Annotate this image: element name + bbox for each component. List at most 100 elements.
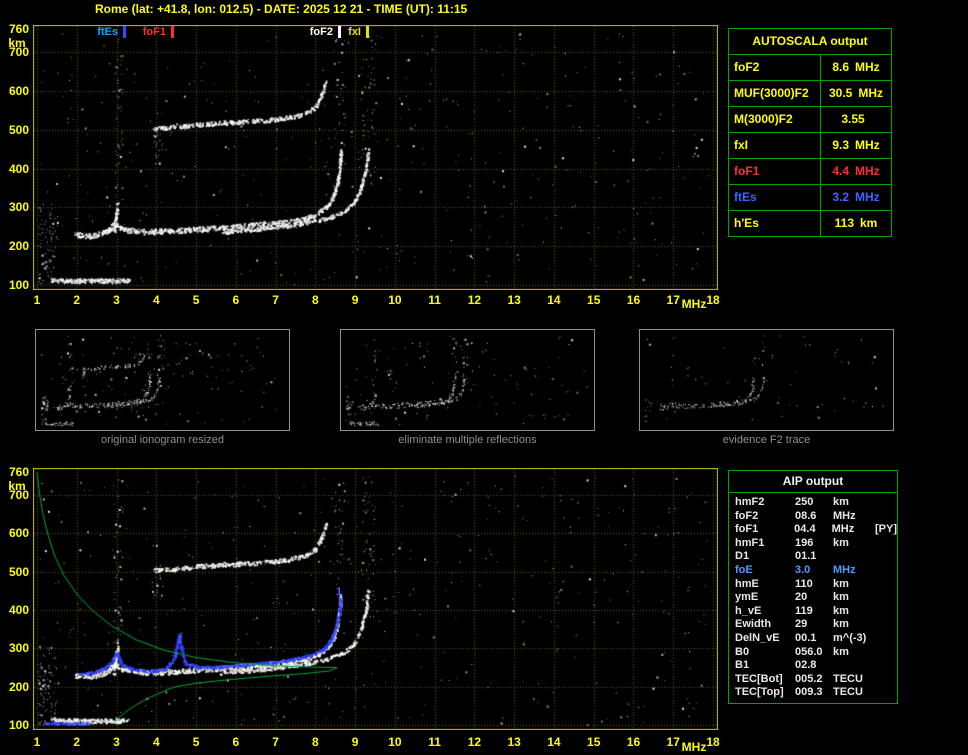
aip-row-name: h_vE — [735, 604, 762, 617]
aip-row-value: 01.1 — [795, 550, 817, 563]
bottom_plot-x-tick: 11 — [428, 735, 441, 749]
top_plot-x-tick: 4 — [152, 293, 160, 307]
aip-row-hmF2: hmF2 250 km — [729, 496, 897, 510]
aip-row-name: ymE — [735, 591, 759, 604]
aip-table-rows: hmF2 250 km foF2 08.6 MHz foF1 04.4 MHz [PY] hmF1 1… — [729, 496, 897, 700]
bottom_plot-x-tick: 9 — [351, 735, 359, 749]
autoscala-value-number: 9.3 — [832, 138, 849, 152]
station-date-time-title: Rome (lat: +41.8, lon: 012.5) - DATE: 20… — [95, 2, 468, 16]
aip-row-B1: B1 02.8 — [729, 659, 897, 673]
aip-row-hmE: hmE 110 km — [729, 578, 897, 592]
aip-row-extra — [877, 673, 897, 687]
autoscala-row-MUF(3000)F2: MUF(3000)F2 30.5 MHz — [729, 81, 891, 107]
aip-row-unit: km — [833, 536, 849, 549]
top-x-axis-unit: MHz — [681, 297, 707, 311]
aip-row-name: foE — [735, 563, 753, 576]
top_plot-x-tick: 5 — [192, 293, 200, 307]
autoscala-value-number: 30.5 — [828, 86, 853, 100]
top_plot-x-tick: 12 — [467, 293, 482, 307]
aip-row-extra — [877, 510, 897, 524]
trace-number-label: 1 — [336, 586, 343, 598]
autoscala-row-ftEs: ftEs 3.2 MHz — [729, 185, 891, 211]
bottom_plot-x-tick: 17 — [666, 735, 680, 749]
aip-row-value: 20 — [795, 591, 808, 604]
bottom-ionogram-canvas — [33, 468, 718, 730]
bottom_plot-x-tick: 14 — [547, 735, 561, 749]
aip-row-extra — [877, 564, 897, 578]
aip-row-value: 02.8 — [795, 659, 817, 672]
aip-row-extra: [PY] — [875, 523, 897, 536]
autoscala-value-unit: MHz — [855, 190, 880, 204]
aip-row-value: 110 — [795, 577, 813, 590]
aip-row-value: 29 — [795, 618, 808, 631]
autoscala-row-foF2: foF2 8.6 MHz — [729, 55, 891, 81]
top_plot-x-tick: 9 — [351, 293, 359, 307]
aip-row-value: 119 — [795, 604, 813, 617]
bottom_plot-x-tick: 16 — [626, 735, 641, 749]
aip-row-unit: km — [833, 618, 849, 631]
aip-row-unit: m^(-3) — [833, 631, 867, 644]
bottom-ionogram-plot: 1 — [33, 468, 718, 730]
aip-row-extra — [877, 646, 897, 660]
autoscala-row-M(3000)F2: M(3000)F2 3.55 — [729, 107, 891, 133]
aip-row-extra — [877, 496, 897, 510]
aip-row-hmF1: hmF1 196 km — [729, 537, 897, 551]
top_plot-y-tick: 100 — [8, 278, 29, 292]
top_plot-x-tick: 1 — [33, 293, 41, 307]
autoscala-value-number: 4.4 — [832, 164, 849, 178]
autoscala-row-value: 3.55 — [821, 107, 891, 132]
top_plot-x-tick: 6 — [232, 293, 240, 307]
aip-row-name: B1 — [735, 659, 750, 672]
aip-row-unit: MHz — [831, 523, 855, 536]
autoscala-row-h'Es: h'Es 113 km — [729, 211, 891, 236]
autoscala-output-table: AUTOSCALA output foF2 8.6 MHz MUF(3000)F2 30… — [728, 28, 892, 237]
aip-row-extra — [877, 659, 897, 673]
ftEs-marker-label: ftEs — [97, 26, 118, 38]
aip-row-unit: MHz — [833, 509, 856, 522]
top_plot-y-tick: 700 — [8, 45, 29, 60]
top_plot-x-tick: 2 — [73, 293, 81, 307]
thumbnail-f2-trace-canvas — [640, 330, 893, 430]
aip-row-extra — [877, 605, 897, 619]
thumbnail-caption-original: original ionogram resized — [101, 434, 224, 446]
autoscala-value-number: 8.6 — [832, 60, 849, 74]
foF2-marker-bar — [338, 26, 341, 38]
aip-row-name: D1 — [735, 550, 750, 563]
bottom_plot-x-tick: 7 — [272, 735, 279, 749]
aip-row-name: B0 — [735, 645, 750, 658]
autoscala-value-number: 3.55 — [841, 112, 865, 126]
top_plot-y-tick: 600 — [8, 84, 29, 99]
thumbnail-original-canvas — [36, 330, 289, 430]
top_plot-y-tick: 500 — [8, 122, 29, 137]
autoscala-row-label: h'Es — [729, 211, 821, 236]
aip-row-extra — [877, 591, 897, 605]
aip-row-D1: D1 01.1 — [729, 550, 897, 564]
aip-row-unit: MHz — [833, 563, 856, 576]
autoscala-row-label: fxI — [729, 133, 821, 158]
aip-row-value: 00.1 — [795, 631, 817, 644]
top_plot-x-tick: 17 — [666, 293, 680, 307]
top_plot-x-tick: 7 — [272, 293, 279, 307]
aip-row-TEC[Top]: TEC[Top] 009.3 TECU — [729, 686, 897, 700]
aip-row-extra — [877, 618, 897, 632]
aip-row-value: 250 — [795, 496, 814, 508]
autoscala-output-window: Rome (lat: +41.8, lon: 012.5) - DATE: 20… — [0, 0, 968, 755]
autoscala-row-foF1: foF1 4.4 MHz — [729, 159, 891, 185]
aip-row-value: 056.0 — [795, 645, 823, 658]
aip-row-foF2: foF2 08.6 MHz — [729, 510, 897, 524]
bottom_plot-x-tick: 12 — [467, 735, 482, 749]
aip-row-unit: km — [833, 496, 849, 508]
fxI-marker-bar — [366, 26, 369, 38]
autoscala-value-unit: km — [860, 216, 878, 230]
thumbnail-caption-reflections: eliminate multiple reflections — [398, 434, 537, 446]
bottom_plot-x-tick: 1 — [33, 735, 41, 749]
bottom_plot-x-tick: 6 — [232, 735, 240, 749]
autoscala-row-label: M(3000)F2 — [729, 107, 821, 132]
aip-row-extra — [877, 578, 897, 592]
autoscala-row-value: 3.2 MHz — [821, 185, 891, 210]
thumbnail-multiple-reflections-canvas — [341, 330, 594, 430]
aip-row-foE: foE 3.0 MHz — [729, 564, 897, 578]
autoscala-value-unit: MHz — [855, 164, 880, 178]
aip-row-foF1: foF1 04.4 MHz [PY] — [729, 523, 897, 537]
aip-row-value: 005.2 — [795, 672, 823, 685]
